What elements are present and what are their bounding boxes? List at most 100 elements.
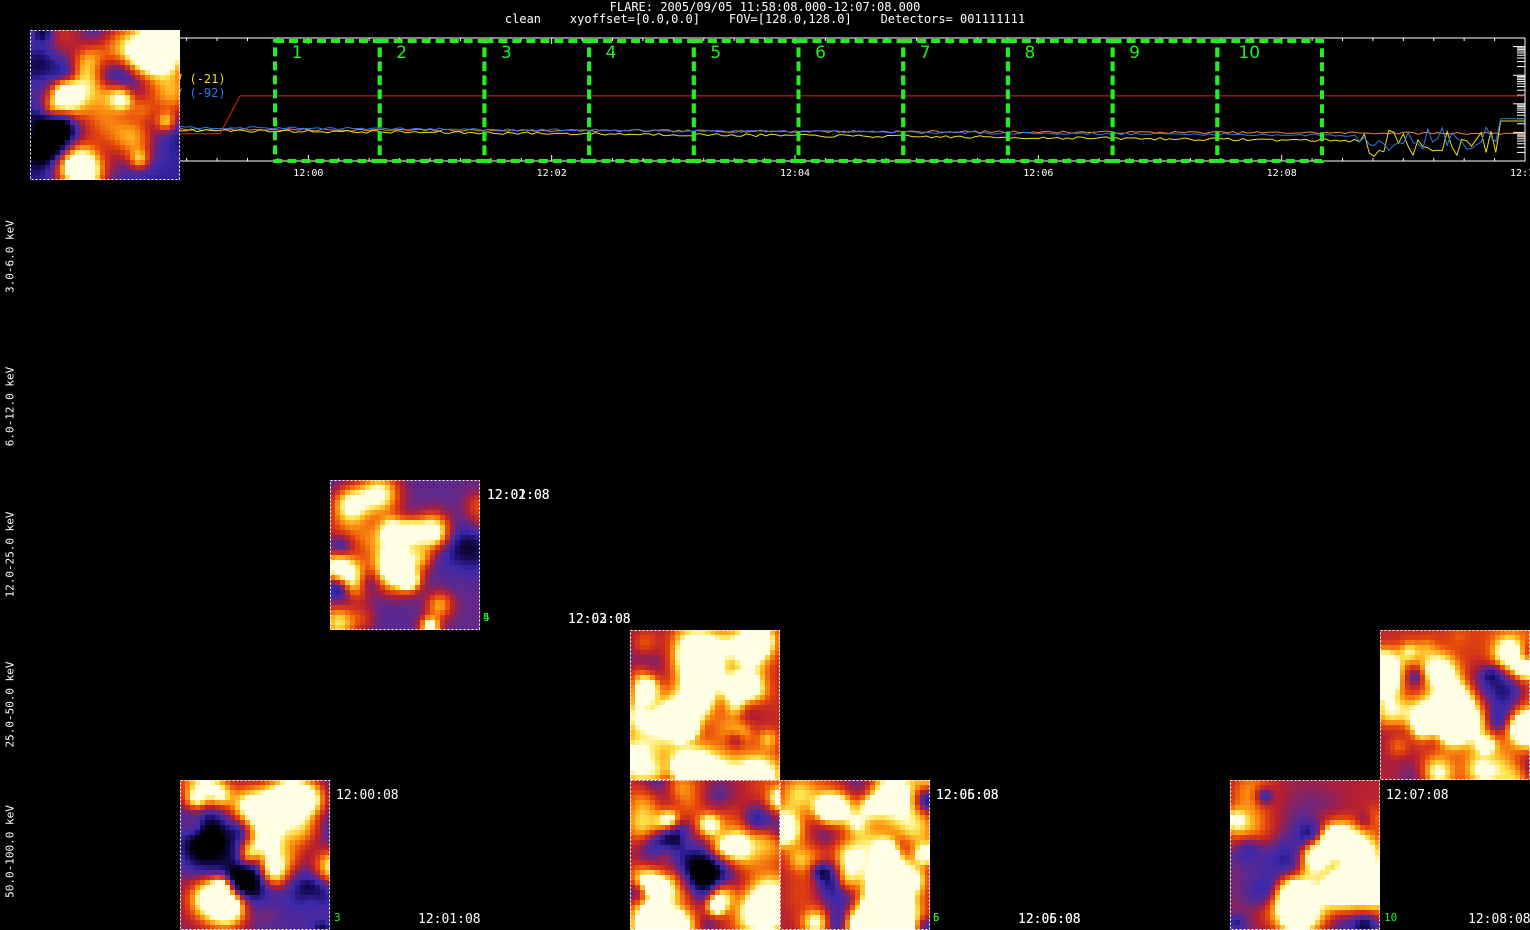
map-pixel <box>235 910 240 915</box>
map-pixel <box>380 605 385 610</box>
map-pixel <box>155 150 160 155</box>
map-pixel <box>710 690 715 695</box>
map-pixel <box>1480 750 1485 755</box>
map-pixel <box>1435 755 1440 760</box>
map-pixel <box>305 920 310 925</box>
map-pixel <box>1465 705 1470 710</box>
map-pixel <box>465 560 470 565</box>
map-pixel <box>375 525 380 530</box>
map-pixel <box>1460 695 1465 700</box>
map-pixel <box>1415 690 1420 695</box>
map-pixel <box>130 80 135 85</box>
map-pixel <box>725 785 730 790</box>
map-pixel <box>1385 655 1390 660</box>
map-pixel <box>1520 635 1525 640</box>
map-pixel <box>215 795 220 800</box>
map-pixel <box>750 680 755 685</box>
map-pixel <box>90 95 95 100</box>
map-pixel <box>145 125 150 130</box>
map-pixel <box>1515 690 1520 695</box>
map-pixel <box>160 140 165 145</box>
map-pixel <box>185 820 190 825</box>
map-pixel <box>1430 640 1435 645</box>
map-pixel <box>1415 670 1420 675</box>
map-pixel <box>1435 710 1440 715</box>
map-pixel <box>400 580 405 585</box>
map-pixel <box>1475 650 1480 655</box>
map-pixel <box>700 735 705 740</box>
map-pixel <box>765 650 770 655</box>
map-pixel <box>665 790 670 795</box>
map-pixel <box>710 720 715 725</box>
map-pixel <box>85 70 90 75</box>
map-pixel <box>720 720 725 725</box>
map-pixel <box>730 650 735 655</box>
map-pixel <box>275 850 280 855</box>
map-pixel <box>435 485 440 490</box>
map-pixel <box>345 550 350 555</box>
map-pixel <box>355 570 360 575</box>
map-pixel <box>220 860 225 865</box>
map-pixel <box>420 545 425 550</box>
map-pixel <box>170 170 175 175</box>
map-pixel <box>95 135 100 140</box>
map-pixel <box>445 525 450 530</box>
map-pixel <box>1390 680 1395 685</box>
map-pixel <box>1415 655 1420 660</box>
map-pixel <box>390 510 395 515</box>
map-pixel <box>100 135 105 140</box>
map-pixel <box>120 110 125 115</box>
map-pixel <box>1515 715 1520 720</box>
map-pixel <box>1430 710 1435 715</box>
map-pixel <box>1405 735 1410 740</box>
map-pixel <box>715 675 720 680</box>
map-pixel <box>245 790 250 795</box>
map-pixel <box>735 800 740 805</box>
map-pixel <box>1430 770 1435 775</box>
map-pixel <box>690 790 695 795</box>
map-pixel <box>255 875 260 880</box>
map-pixel <box>1420 755 1425 760</box>
map-pixel <box>1420 680 1425 685</box>
map-pixel <box>1465 690 1470 695</box>
map-pixel <box>690 795 695 800</box>
map-pixel <box>295 890 300 895</box>
map-pixel <box>360 525 365 530</box>
map-pixel <box>395 560 400 565</box>
map-pixel <box>210 830 215 835</box>
map-pixel <box>1400 690 1405 695</box>
map-pixel <box>715 685 720 690</box>
map-pixel <box>660 675 665 680</box>
map-pixel <box>650 660 655 665</box>
map-pixel <box>360 500 365 505</box>
map-pixel <box>665 760 670 765</box>
map-pixel <box>40 45 45 50</box>
map-pixel <box>1400 705 1405 710</box>
map-pixel <box>205 900 210 905</box>
map-pixel <box>135 60 140 65</box>
map-pixel <box>1395 680 1400 685</box>
map-pixel <box>45 95 50 100</box>
map-pixel <box>760 675 765 680</box>
map-pixel <box>1485 645 1490 650</box>
map-pixel <box>1455 705 1460 710</box>
map-pixel <box>80 75 85 80</box>
map-pixel <box>385 495 390 500</box>
map-pixel <box>210 875 215 880</box>
map-pixel <box>135 75 140 80</box>
map-pixel <box>305 800 310 805</box>
map-pixel <box>675 735 680 740</box>
map-pixel <box>60 50 65 55</box>
map-pixel <box>750 655 755 660</box>
map-pixel <box>645 715 650 720</box>
map-pixel <box>745 675 750 680</box>
map-pixel <box>470 520 475 525</box>
map-pixel <box>460 620 465 625</box>
map-pixel <box>105 95 110 100</box>
map-pixel <box>755 650 760 655</box>
map-pixel <box>250 880 255 885</box>
map-pixel <box>1440 760 1445 765</box>
map-pixel <box>270 810 275 815</box>
map-pixel <box>460 500 465 505</box>
map-pixel <box>385 610 390 615</box>
